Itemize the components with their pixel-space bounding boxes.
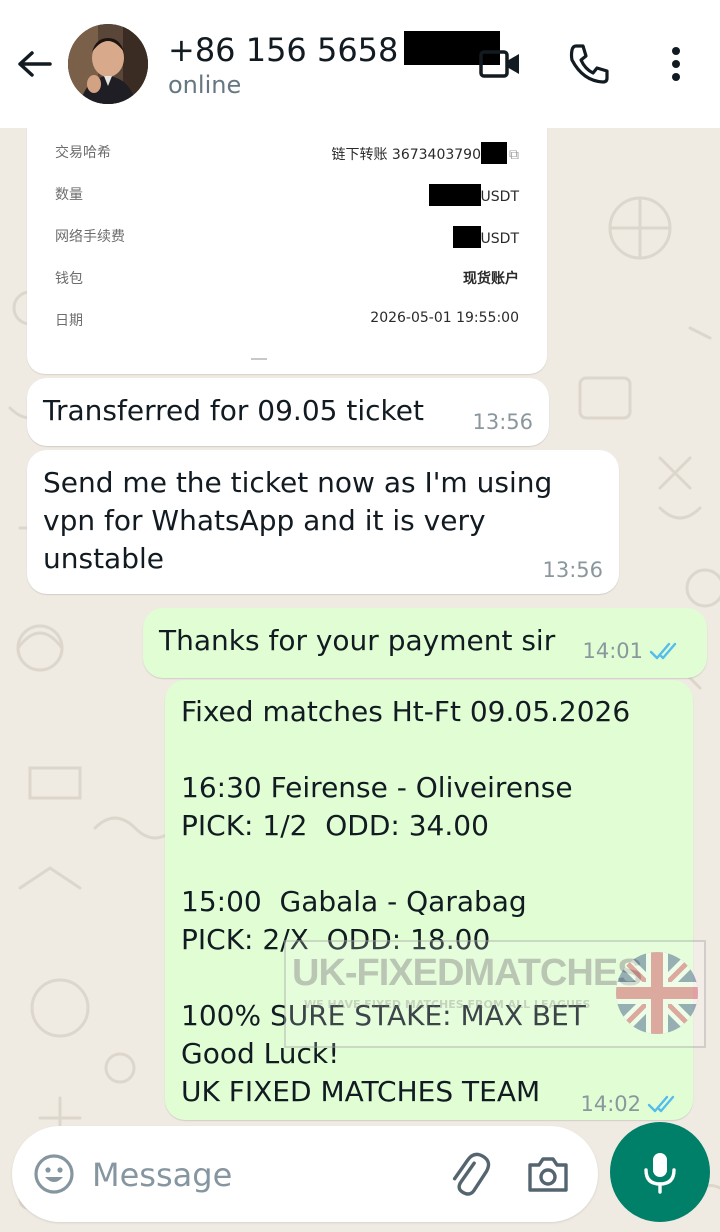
message-text: Fixed matches Ht-Ft 09.05.2026 16:30 Fei… [181,695,631,1108]
receipt-divider [251,358,267,360]
message-time: 14:02 [580,1092,641,1116]
message-text: Send me the ticket now as I'm using vpn … [43,466,553,575]
back-arrow-icon[interactable] [14,44,54,84]
receipt-row-date: 日期 2026-05-01 19:55:00 [55,310,519,340]
message-meta: 14:01 [582,639,681,666]
watermark-subtitle: WE HAVE FIXED MATCHES FROM ALL LEAGUES [304,998,591,1011]
attachment-paperclip-icon[interactable] [446,1150,494,1198]
message-time: 14:01 [582,639,643,663]
camera-icon[interactable] [524,1150,572,1198]
message-time: 13:56 [472,410,533,434]
message-meta: 14:02 [580,1092,679,1119]
message-bubble-outgoing[interactable]: Thanks for your payment sir 14:01 [143,608,707,678]
receipt-label: 数量 [55,187,83,203]
receipt-label: 网络手续费 [55,229,125,245]
message-bubble-outgoing[interactable]: Fixed matches Ht-Ft 09.05.2026 16:30 Fei… [165,680,693,1120]
uk-flag-icon [616,952,698,1034]
message-bubble-incoming[interactable]: Transferred for 09.05 ticket 13:56 [27,378,549,446]
message-time: 13:56 [542,558,603,582]
receipt-label: 日期 [55,313,83,329]
receipt-value: 链下转账 3673403790 ⧉ [331,142,519,164]
receipt-label: 交易哈希 [55,145,111,161]
contact-status: online [168,71,242,99]
receipt-label: 钱包 [55,271,83,287]
microphone-icon [644,1153,676,1194]
phone-icon[interactable] [564,40,612,88]
read-receipt-icon [649,641,681,666]
message-composer [12,1126,598,1222]
message-text: Thanks for your payment sir [159,624,556,657]
receipt-value: USDT [452,226,519,248]
read-receipt-icon [647,1094,679,1119]
receipt-row-hash: 交易哈希 链下转账 3673403790 ⧉ [55,142,519,172]
voice-message-button[interactable] [610,1122,710,1222]
receipt-row-wallet: 钱包 现货账户 [55,268,519,298]
receipt-value: USDT [428,184,519,206]
message-input[interactable] [90,1148,434,1202]
receipt-row-fee: 网络手续费 USDT [55,226,519,256]
transfer-receipt-image[interactable]: 交易哈希 链下转账 3673403790 ⧉ 数量 USDT 网络手续费 USDT… [27,118,547,374]
watermark-overlay: UK-FIXEDMATCHES WE HAVE FIXED MATCHES FR… [284,940,706,1048]
watermark-title: UK-FIXEDMATCHES [292,952,643,994]
more-options-icon[interactable] [652,40,700,88]
video-call-icon[interactable] [476,40,524,88]
receipt-row-amount: 数量 USDT [55,184,519,214]
contact-name[interactable]: +86 156 5658 [168,30,501,70]
receipt-value: 现货账户 [463,271,519,287]
contact-number: +86 156 5658 [168,31,399,69]
message-bubble-incoming[interactable]: Send me the ticket now as I'm using vpn … [27,450,619,594]
chat-header: +86 156 5658 online [0,0,720,128]
receipt-value: 2026-05-01 19:55:00 [370,310,519,326]
contact-avatar[interactable] [68,24,148,104]
message-text: Transferred for 09.05 ticket [43,394,424,427]
emoji-icon[interactable] [32,1152,76,1196]
